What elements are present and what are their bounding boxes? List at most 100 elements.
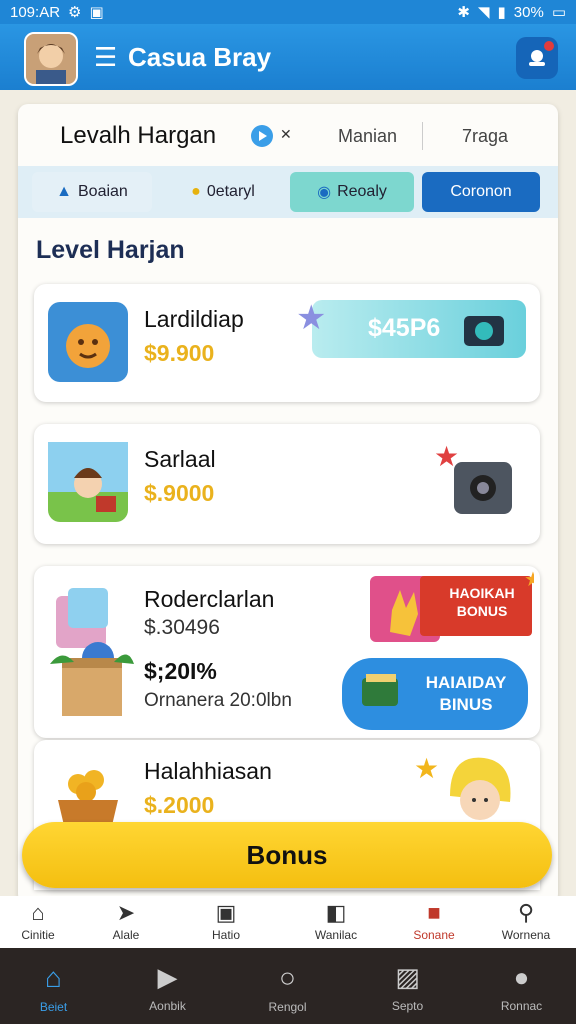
item-name: Halahhiasan bbox=[144, 758, 272, 784]
app-title: Casua Bray bbox=[128, 42, 272, 72]
tab-4[interactable]: Coronon bbox=[422, 172, 540, 212]
item-note: Ornanera 20:0lbn bbox=[144, 690, 292, 711]
menu-icon[interactable]: ☰ bbox=[94, 44, 117, 70]
book-icon bbox=[362, 674, 398, 706]
gallery-icon: ◧ bbox=[325, 900, 347, 925]
item-name: Roderclarlan bbox=[144, 586, 275, 612]
cursor-icon: ➤ bbox=[116, 900, 136, 925]
home-icon: ⌂ bbox=[45, 962, 62, 993]
item-name: Sarlaal bbox=[144, 446, 216, 472]
play-icon[interactable] bbox=[250, 124, 274, 148]
holiday-bonus-text: HAIAIDAY BINUS bbox=[425, 673, 507, 714]
header-link-m[interactable]: Manian bbox=[338, 126, 397, 147]
list-item[interactable]: Sarlaal $.9000 ★ bbox=[34, 424, 540, 544]
signal-icon: ▮ bbox=[497, 4, 506, 21]
bluetooth-icon: ✱ bbox=[457, 4, 470, 21]
secondary-nav: ⌂ Cinitie ➤ Alale ▣ Hatio ◧ Wanilac ■ So… bbox=[0, 896, 576, 948]
divider bbox=[422, 122, 423, 150]
nav-wornena[interactable]: ⚲ Wornena bbox=[478, 900, 574, 942]
tab-1-label: Boaian bbox=[78, 183, 128, 200]
item-percent: $;20I% bbox=[144, 658, 217, 684]
notification-icon bbox=[529, 50, 545, 66]
main-card: Levalh Hargan ✕ Manian 7raga ▲ Boaian ● … bbox=[18, 104, 558, 904]
gift-box-icon bbox=[48, 588, 134, 718]
gift-icon: ■ bbox=[427, 900, 441, 925]
status-time: 109:AR bbox=[10, 3, 61, 21]
search-icon: ⚲ bbox=[517, 900, 535, 925]
card-title: Levalh Hargan bbox=[60, 122, 217, 149]
nav-profile[interactable]: ● Ronnac bbox=[464, 962, 576, 1013]
coin-icon: ● bbox=[191, 183, 201, 200]
nav-label: Wanilac bbox=[314, 928, 358, 942]
nav-home[interactable]: ⌂ Cinitie bbox=[0, 900, 86, 942]
nav-label: Cinitie bbox=[21, 928, 55, 942]
bonus-banner-text: HAOIKAH BONUS bbox=[449, 585, 515, 619]
nav-photos[interactable]: ▨ Septo bbox=[350, 962, 465, 1013]
nav-label: Wornena bbox=[501, 928, 551, 942]
list-item[interactable]: Lardildiap $9.900 $45P6 ★ bbox=[34, 284, 540, 402]
nav-label: Rengol bbox=[268, 1000, 307, 1014]
header-link-t[interactable]: 7raga bbox=[462, 126, 508, 147]
close-icon[interactable]: ✕ bbox=[280, 126, 292, 143]
battery-icon: ▭ bbox=[551, 4, 566, 21]
globe-icon: ◉ bbox=[317, 184, 332, 201]
item-price: $.30496 bbox=[144, 616, 220, 639]
nav-hatio[interactable]: ▣ Hatio bbox=[178, 900, 274, 942]
star-icon: ★ bbox=[414, 753, 440, 784]
bonus-button[interactable]: Bonus bbox=[22, 822, 552, 888]
nav-play[interactable]: ▶ Aonbik bbox=[110, 962, 225, 1013]
notification-button[interactable] bbox=[516, 37, 558, 79]
image-icon: ▣ bbox=[215, 900, 237, 925]
section-title: Level Harjan bbox=[36, 236, 185, 264]
tab-2-label: 0etaryl bbox=[206, 183, 255, 200]
tab-bar: ▲ Boaian ● 0etaryl ◉ Reoaly Coronon bbox=[18, 166, 558, 218]
character-icon bbox=[450, 757, 511, 820]
status-bar: 109:AR ⚙ ▣ ✱ ◥ ▮ 30% ▭ bbox=[0, 0, 576, 24]
character-icon bbox=[48, 442, 128, 522]
avatar[interactable] bbox=[24, 32, 78, 86]
sun-icon bbox=[48, 302, 128, 382]
item-name: Lardildiap bbox=[144, 306, 244, 332]
nav-label: Beiet bbox=[39, 1000, 68, 1014]
nav-home-bottom[interactable]: ⌂ Beiet bbox=[0, 962, 111, 1014]
nav-label: Hatio bbox=[211, 928, 240, 942]
nav-label: Ronnac bbox=[500, 999, 543, 1013]
item-price: $9.900 bbox=[144, 340, 215, 366]
nav-alale[interactable]: ➤ Alale bbox=[78, 900, 174, 942]
warning-icon: ▲ bbox=[56, 183, 72, 200]
reward-badge[interactable]: $45P6 bbox=[312, 300, 526, 358]
photos-icon: ▨ bbox=[395, 962, 420, 992]
nav-wanilac[interactable]: ◧ Wanilac bbox=[288, 900, 384, 942]
tab-2[interactable]: ● 0etaryl bbox=[164, 172, 282, 212]
tab-1[interactable]: ▲ Boaian bbox=[32, 172, 152, 212]
item-price: $.9000 bbox=[144, 480, 215, 506]
star-icon: ★ bbox=[296, 299, 327, 337]
settings-icon: ⚙ bbox=[68, 4, 82, 21]
camera-icon bbox=[454, 462, 512, 514]
bonus-banner[interactable]: ★ HAOIKAH BONUS bbox=[370, 570, 534, 648]
tab-3-label: Reoaly bbox=[337, 183, 387, 200]
wifi-icon: ◥ bbox=[477, 4, 490, 21]
list-item[interactable]: Roderclarlan $.30496 $;20I% Ornanera 20:… bbox=[34, 566, 540, 738]
tab-3[interactable]: ◉ Reoaly bbox=[290, 172, 414, 212]
tab-4-label: Coronon bbox=[450, 183, 512, 200]
home-icon: ⌂ bbox=[31, 900, 45, 925]
nav-label: Aonbik bbox=[149, 999, 186, 1013]
holiday-bonus-badge[interactable]: HAIAIDAY BINUS bbox=[342, 658, 528, 730]
battery-text: 30% bbox=[513, 3, 544, 21]
play-icon: ▶ bbox=[157, 962, 178, 992]
nav-label: Septo bbox=[391, 999, 424, 1013]
camera-icon bbox=[464, 316, 504, 346]
nav-label: Sonane bbox=[413, 928, 455, 942]
circle-icon: ○ bbox=[279, 962, 296, 993]
reward-value: $45P6 bbox=[368, 314, 441, 342]
nav-sonane[interactable]: ■ Sonane bbox=[386, 900, 482, 942]
bottom-nav: ⌂ Beiet ▶ Aonbik ○ Rengol ▨ Septo ● Ronn… bbox=[0, 948, 576, 1024]
notification-badge bbox=[544, 41, 554, 51]
app-bar: ☰ Casua Bray bbox=[0, 24, 576, 90]
user-icon: ● bbox=[513, 962, 530, 992]
nav-circle[interactable]: ○ Rengol bbox=[230, 962, 345, 1014]
card-header: Levalh Hargan ✕ Manian 7raga bbox=[18, 104, 558, 166]
app-icon: ▣ bbox=[89, 4, 104, 21]
nav-label: Alale bbox=[112, 928, 140, 942]
